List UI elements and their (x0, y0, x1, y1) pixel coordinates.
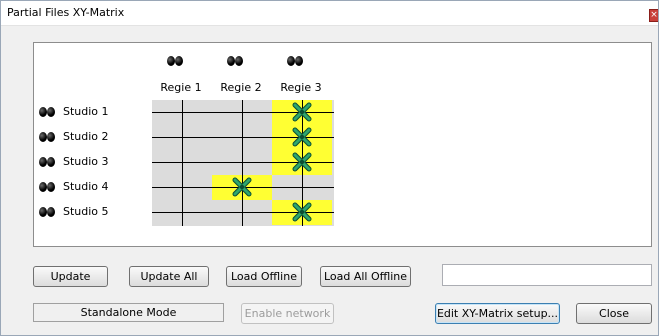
cross-connection-icon[interactable] (291, 201, 313, 223)
partial-files-window: Partial Files XY-Matrix × Update Update … (0, 0, 659, 336)
eye-part (47, 182, 55, 192)
eye-part (295, 56, 303, 66)
eye-part (39, 157, 47, 167)
cross-connection-icon[interactable] (291, 126, 313, 148)
edit-xy-matrix-setup-button[interactable]: Edit XY-Matrix setup... (435, 303, 560, 324)
eye-part (175, 56, 183, 66)
row-label-5: Studio 5 (63, 205, 109, 218)
window-close-icon[interactable]: × (649, 9, 658, 22)
mode-status: Standalone Mode (33, 303, 224, 322)
eye-part (235, 56, 243, 66)
eye-part (167, 56, 175, 66)
update-button[interactable]: Update (33, 266, 108, 287)
row-2-eyes-icon (39, 132, 55, 142)
cross-connection-icon[interactable] (291, 101, 313, 123)
column-label-2: Regie 2 (220, 81, 262, 94)
eye-part (47, 207, 55, 217)
column-line (242, 100, 243, 226)
column-label-1: Regie 1 (160, 81, 202, 94)
eye-part (47, 132, 55, 142)
eye-part (47, 107, 55, 117)
row-label-3: Studio 3 (63, 155, 109, 168)
load-all-offline-button[interactable]: Load All Offline (320, 266, 411, 287)
eye-part (287, 56, 295, 66)
row-3-eyes-icon (39, 157, 55, 167)
row-4-eyes-icon (39, 182, 55, 192)
eye-part (39, 107, 47, 117)
row-1-eyes-icon (39, 107, 55, 117)
row-label-4: Studio 4 (63, 180, 109, 193)
column-3-eyes-icon (287, 56, 303, 66)
column-1-eyes-icon (167, 56, 183, 66)
update-all-button[interactable]: Update All (129, 266, 209, 287)
row-label-2: Studio 2 (63, 130, 109, 143)
crosspoint-grid (152, 100, 334, 226)
close-button[interactable]: Close (576, 303, 652, 324)
eye-part (39, 132, 47, 142)
eye-part (227, 56, 235, 66)
column-label-3: Regie 3 (280, 81, 322, 94)
row-5-eyes-icon (39, 207, 55, 217)
cross-connection-icon[interactable] (291, 151, 313, 173)
cross-connection-icon[interactable] (231, 176, 253, 198)
eye-part (47, 157, 55, 167)
row-label-1: Studio 1 (63, 105, 109, 118)
window-title: Partial Files XY-Matrix (7, 6, 125, 19)
column-2-eyes-icon (227, 56, 243, 66)
load-offline-button[interactable]: Load Offline (226, 266, 302, 287)
eye-part (39, 182, 47, 192)
status-input[interactable] (442, 264, 652, 286)
eye-part (39, 207, 47, 217)
title-bar: Partial Files XY-Matrix × (1, 1, 658, 26)
enable-network-button[interactable]: Enable network (241, 303, 334, 324)
column-line (182, 100, 183, 226)
